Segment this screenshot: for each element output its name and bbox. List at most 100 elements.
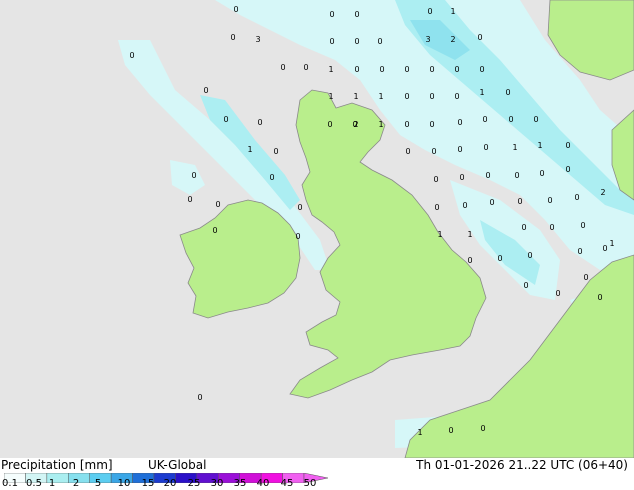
map-value-label: 0 <box>257 118 262 127</box>
map-value-label: 0 <box>203 86 208 95</box>
color-scale-tick-label: 0.5 <box>26 478 42 489</box>
map-value-label: 0 <box>508 115 513 124</box>
map-value-label: 0 <box>459 173 464 182</box>
map-value-label: 1 <box>537 141 542 150</box>
map-value-label: 1 <box>437 230 442 239</box>
map-value-label: 0 <box>377 37 382 46</box>
map-value-label: 0 <box>517 197 522 206</box>
map-value-label: 0 <box>549 223 554 232</box>
map-value-label: 0 <box>427 7 432 16</box>
map-value-label: 0 <box>577 247 582 256</box>
map-value-label: 0 <box>523 281 528 290</box>
map-value-label: 0 <box>602 244 607 253</box>
map-value-label: 0 <box>223 115 228 124</box>
map-value-label: 1 <box>609 239 614 248</box>
color-scale-tick-label: 15 <box>141 478 155 489</box>
valid-time: Th 01-01-2026 21..22 UTC (06+40) <box>416 458 628 472</box>
map-value-label: 0 <box>273 147 278 156</box>
map-value-label: 1 <box>328 92 333 101</box>
map-value-label: 2 <box>450 35 455 44</box>
map-value-label: 0 <box>480 424 485 433</box>
color-scale-tick-label: 35 <box>233 478 247 489</box>
map-value-label: 0 <box>215 200 220 209</box>
model-name: UK-Global <box>148 458 207 472</box>
precipitation-map: 0 0 0 0 1 0 3 0 0 3 2 0 0 0 1 0 0 0 0 0 0 0 0 0 1 1 1 0 0 0 1 0 0 0 0 0 1 0 0 2… <box>0 0 634 458</box>
color-scale-tick-label: 30 <box>210 478 224 489</box>
legend-footer: Precipitation [mm] UK-Global Th 01-01-20… <box>0 458 634 490</box>
map-value-label: 0 <box>448 426 453 435</box>
map-value-label: 0 <box>433 175 438 184</box>
color-scale-tick-label: 0.1 <box>2 478 18 489</box>
map-value-label: 0 <box>485 171 490 180</box>
map-value-label: 0 <box>404 65 409 74</box>
color-scale-tick-label: 1 <box>48 478 56 489</box>
color-scale-tick-label: 25 <box>187 478 201 489</box>
color-scale-tick-label: 45 <box>280 478 294 489</box>
map-value-label: 0 <box>280 63 285 72</box>
map-value-label: 0 <box>354 37 359 46</box>
map-value-label: 0 <box>269 173 274 182</box>
map-value-label: 0 <box>329 37 334 46</box>
map-value-label: 0 <box>597 293 602 302</box>
map-value-label: 1 <box>512 143 517 152</box>
map-value-label: 0 <box>555 289 560 298</box>
map-value-label: 0 <box>233 5 238 14</box>
color-scale-tick-label: 5 <box>94 478 102 489</box>
map-value-label: 0 <box>539 169 544 178</box>
map-value-label: 1 <box>378 92 383 101</box>
map-value-label: 0 <box>197 393 202 402</box>
map-value-label: 0 <box>580 221 585 230</box>
map-value-label: 0 <box>547 196 552 205</box>
map-value-label: 0 <box>482 115 487 124</box>
map-value-label: 0 <box>429 92 434 101</box>
map-value-label: 0 <box>405 147 410 156</box>
map-value-label: 0 <box>295 232 300 241</box>
map-value-label: 0 <box>431 147 436 156</box>
map-value-label: 0 <box>565 165 570 174</box>
map-value-label: 1 <box>378 120 383 129</box>
map-value-label: 1 <box>328 65 333 74</box>
map-value-label: 0 <box>303 63 308 72</box>
map-value-label: 0 <box>583 273 588 282</box>
map-value-label: 0 <box>467 256 472 265</box>
map-value-label: 0 <box>354 10 359 19</box>
map-value-label: 0 <box>129 51 134 60</box>
map-value-label: 0 <box>514 171 519 180</box>
map-value-label: 0 <box>497 254 502 263</box>
map-value-label: 0 <box>462 201 467 210</box>
map-value-label: 0 <box>379 65 384 74</box>
map-value-label: 0 <box>327 120 332 129</box>
map-value-label: 0 <box>297 203 302 212</box>
map-value-label: 0 <box>191 171 196 180</box>
map-value-label: 0 <box>354 65 359 74</box>
map-value-label: 0 <box>404 120 409 129</box>
map-value-label: 0 <box>429 65 434 74</box>
map-value-label: 1 <box>467 230 472 239</box>
color-scale-tick-label: 10 <box>117 478 131 489</box>
map-value-label: 3 <box>255 35 260 44</box>
color-scale-tick-label: 2 <box>72 478 80 489</box>
map-value-label: 0 <box>404 92 409 101</box>
map-value-label: 1 <box>479 88 484 97</box>
map-value-label: 0 <box>574 193 579 202</box>
map-value-label: 0 <box>483 143 488 152</box>
map-value-label: 0 <box>329 10 334 19</box>
map-value-label: 1 <box>417 428 422 437</box>
map-value-label: 0 <box>505 88 510 97</box>
map-value-label: 0 <box>477 33 482 42</box>
legend-title: Precipitation [mm] <box>1 458 113 472</box>
color-scale-tick-label: 20 <box>163 478 177 489</box>
map-value-label: 0 <box>521 223 526 232</box>
map-value-label: 2 <box>600 188 605 197</box>
map-value-label: 0 <box>212 226 217 235</box>
map-value-label: 0 <box>527 251 532 260</box>
map-value-label: 0 <box>454 92 459 101</box>
map-value-label: 0 <box>187 195 192 204</box>
map-value-label: 0 <box>457 145 462 154</box>
map-value-label: 0 <box>434 203 439 212</box>
map-value-label: 0 <box>457 118 462 127</box>
map-value-label: 0 <box>533 115 538 124</box>
map-value-label: 0 <box>429 120 434 129</box>
map-value-label: 3 <box>425 35 430 44</box>
map-value-label: 0 <box>230 33 235 42</box>
